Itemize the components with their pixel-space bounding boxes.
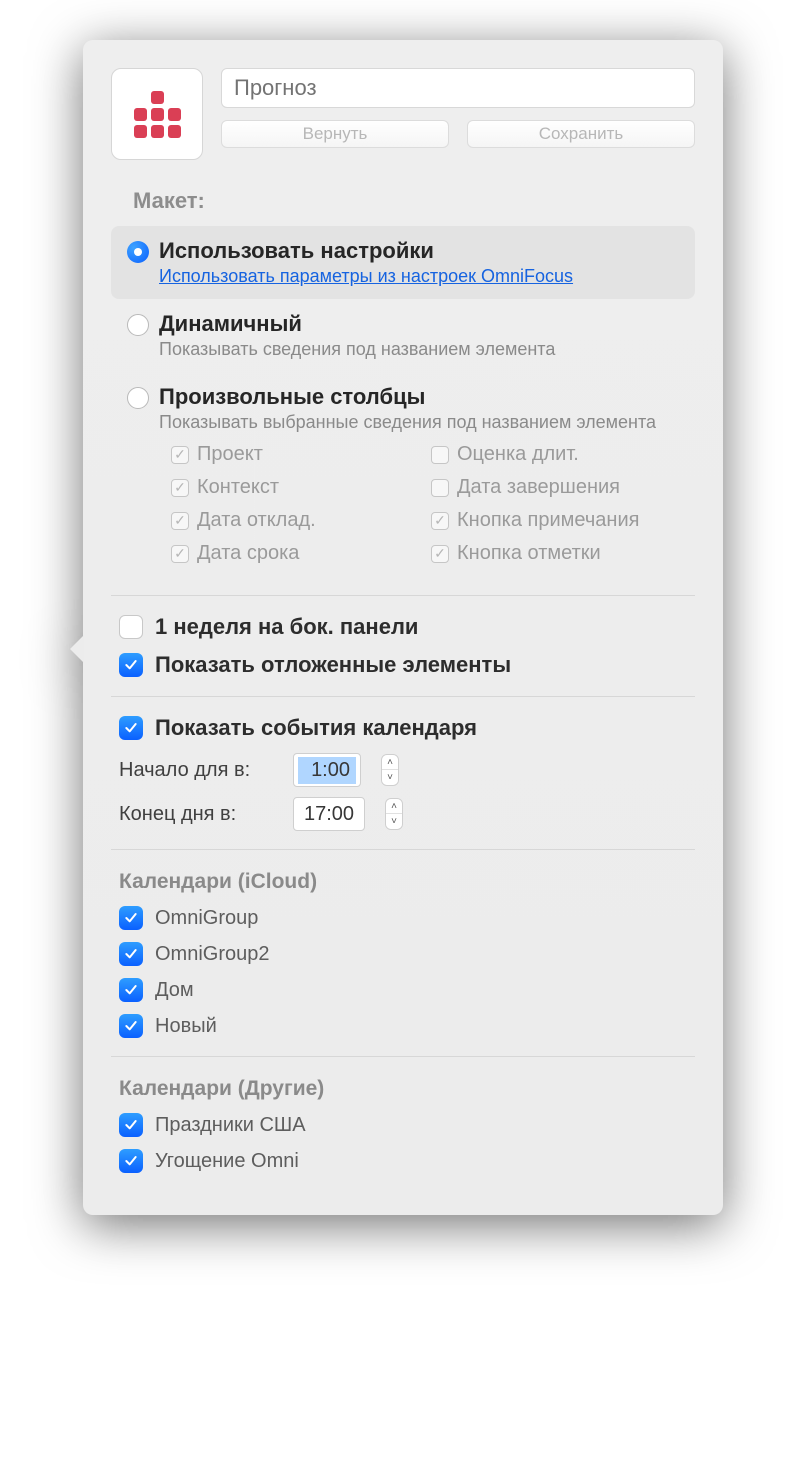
radio-icon	[127, 387, 149, 409]
col-due[interactable]: Дата срока	[171, 542, 421, 565]
checkbox-icon	[119, 615, 143, 639]
checkbox-icon	[119, 1014, 143, 1038]
cal-omnigroup2[interactable]: OmniGroup2	[119, 942, 695, 966]
checkbox-icon	[119, 716, 143, 740]
col-defer[interactable]: Дата отклад.	[171, 509, 421, 532]
checkbox-icon	[119, 653, 143, 677]
col-note[interactable]: Кнопка примечания	[431, 509, 681, 532]
layout-fluid-sub: Показывать сведения под названием элемен…	[159, 339, 555, 360]
day-end-field[interactable]: 17:00	[293, 797, 365, 831]
col-complete[interactable]: Дата завершения	[431, 476, 681, 499]
divider	[111, 595, 695, 596]
day-start-stepper[interactable]: ˄˅	[381, 754, 399, 786]
divider	[111, 696, 695, 697]
col-project[interactable]: Проект	[171, 443, 421, 466]
divider	[111, 1056, 695, 1057]
layout-option-fluid[interactable]: Динамичный Показывать сведения под назва…	[111, 299, 695, 372]
layout-custom-title: Произвольные столбцы	[159, 384, 681, 410]
checkbox-icon	[119, 1149, 143, 1173]
revert-button[interactable]: Вернуть	[221, 120, 449, 148]
day-end-stepper[interactable]: ˄˅	[385, 798, 403, 830]
opt-show-deferred[interactable]: Показать отложенные элементы	[119, 652, 695, 678]
layout-fluid-title: Динамичный	[159, 311, 555, 337]
perspective-name-input[interactable]	[221, 68, 695, 108]
divider	[111, 849, 695, 850]
day-end-value[interactable]: 17:00	[298, 801, 360, 828]
checkbox-icon	[119, 942, 143, 966]
radio-icon	[127, 241, 149, 263]
day-start-field[interactable]: 1:00	[293, 753, 361, 787]
grid-icon	[134, 91, 181, 138]
opt-week-sidebar[interactable]: 1 неделя на бок. панели	[119, 614, 695, 640]
day-start-value[interactable]: 1:00	[298, 757, 356, 784]
popover-arrow	[70, 635, 84, 663]
layout-use-link[interactable]: Использовать параметры из настроек OmniF…	[159, 266, 573, 287]
perspective-icon[interactable]	[111, 68, 203, 160]
layout-label: Макет:	[133, 188, 695, 214]
checkbox-icon	[119, 906, 143, 930]
day-end-label: Конец дня в:	[119, 803, 279, 826]
cal-home[interactable]: Дом	[119, 978, 695, 1002]
layout-option-use-prefs[interactable]: Использовать настройки Использовать пара…	[111, 226, 695, 299]
forecast-settings-panel: Вернуть Сохранить Макет: Использовать на…	[83, 40, 723, 1215]
opt-show-calendar[interactable]: Показать события календаря	[119, 715, 695, 741]
save-button[interactable]: Сохранить	[467, 120, 695, 148]
col-flag[interactable]: Кнопка отметки	[431, 542, 681, 565]
col-estimate[interactable]: Оценка длит.	[431, 443, 681, 466]
day-start-label: Начало для в:	[119, 759, 279, 782]
layout-custom-sub: Показывать выбранные сведения под назван…	[159, 412, 681, 433]
cal-new[interactable]: Новый	[119, 1014, 695, 1038]
checkbox-icon	[119, 1113, 143, 1137]
cal-omni-treat[interactable]: Угощение Omni	[119, 1149, 695, 1173]
cal-us-holidays[interactable]: Праздники США	[119, 1113, 695, 1137]
layout-option-custom[interactable]: Произвольные столбцы Показывать выбранны…	[111, 372, 695, 577]
radio-icon	[127, 314, 149, 336]
cal-omnigroup[interactable]: OmniGroup	[119, 906, 695, 930]
calendars-other-title: Календари (Другие)	[119, 1077, 695, 1101]
calendars-icloud-title: Календари (iCloud)	[119, 870, 695, 894]
layout-use-title: Использовать настройки	[159, 238, 573, 264]
col-context[interactable]: Контекст	[171, 476, 421, 499]
checkbox-icon	[119, 978, 143, 1002]
